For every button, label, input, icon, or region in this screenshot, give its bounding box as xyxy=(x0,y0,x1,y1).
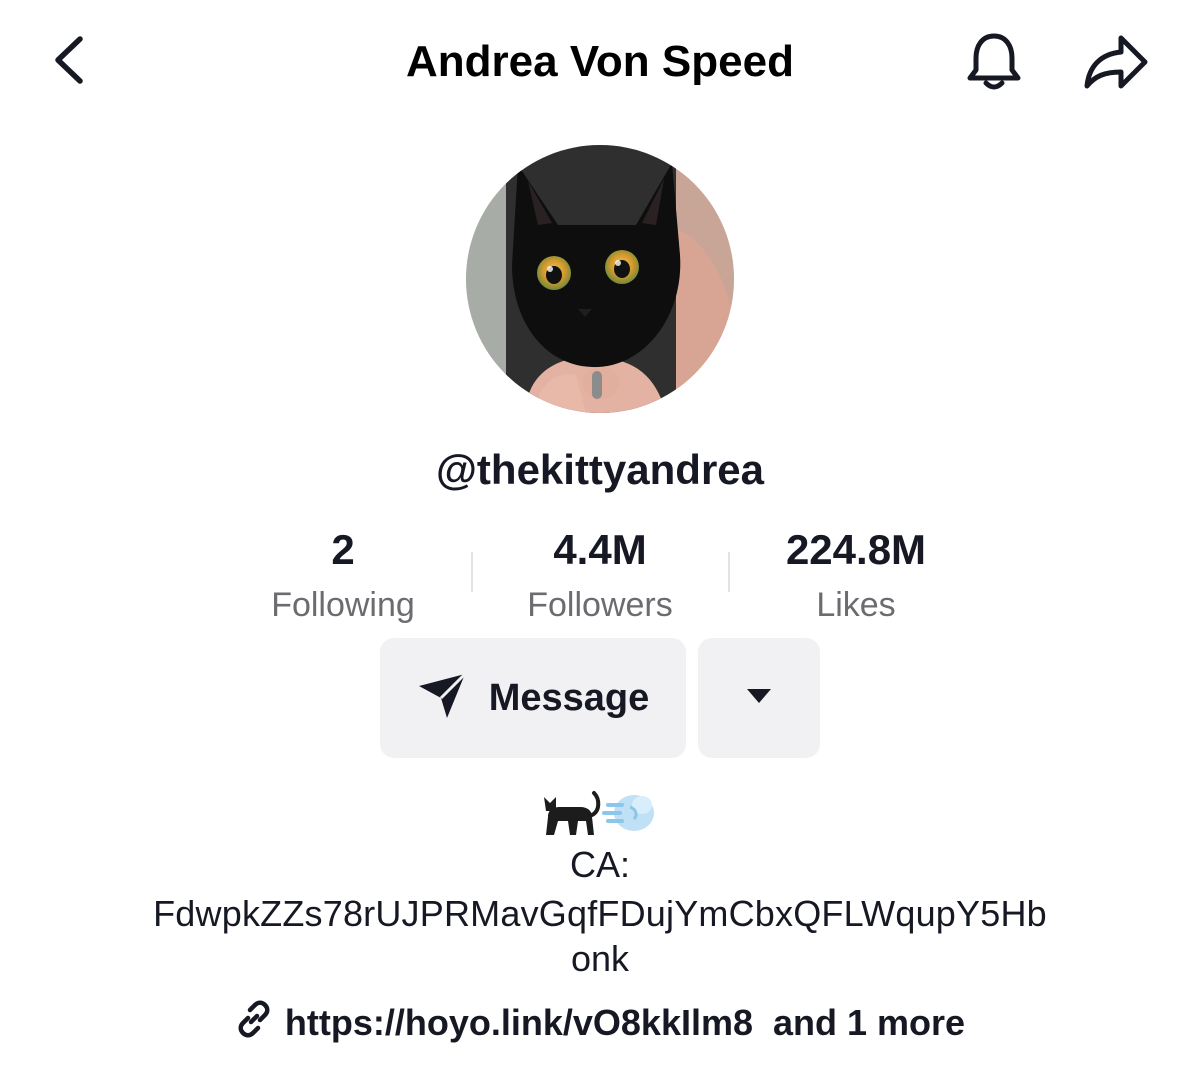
bell-icon xyxy=(964,30,1024,99)
bio-line: CA: xyxy=(569,844,630,885)
likes-count: 224.8M xyxy=(785,526,927,573)
stat-divider xyxy=(728,552,730,592)
page-title: Andrea Von Speed xyxy=(406,37,794,86)
stat-following[interactable]: 2 Following xyxy=(218,522,468,632)
back-button[interactable] xyxy=(40,30,100,94)
bio-emojis xyxy=(500,786,700,844)
followers-count: 4.4M xyxy=(553,526,647,573)
more-options-dropdown-button[interactable] xyxy=(698,638,820,758)
message-button[interactable]: Message xyxy=(380,638,686,758)
avatar[interactable] xyxy=(466,145,734,413)
following-count: 2 xyxy=(331,526,355,573)
cat-emoji xyxy=(542,787,602,844)
profile-handle: @thekittyandrea xyxy=(435,446,765,493)
bio-line: FdwpkZZs78rUJPRMavGqfFDujYmCbxQFLWqupY5H… xyxy=(153,893,1047,934)
following-label: Following xyxy=(271,586,415,624)
chevron-left-icon xyxy=(50,33,90,92)
link-icon xyxy=(235,1000,273,1047)
caret-down-icon xyxy=(746,688,772,709)
stat-divider xyxy=(471,552,473,592)
followers-label: Followers xyxy=(527,586,673,624)
more-links-button[interactable]: and 1 more xyxy=(773,1002,965,1044)
message-button-label: Message xyxy=(488,676,650,719)
bio-line: onk xyxy=(570,938,630,979)
share-arrow-icon xyxy=(1083,32,1149,97)
bio-link-row: https://hoyo.link/vO8kkIlm8 and 1 more xyxy=(150,998,1050,1048)
black-cat-avatar xyxy=(466,145,734,413)
share-button[interactable] xyxy=(1076,30,1156,98)
dash-emoji xyxy=(602,787,658,844)
notification-bell-button[interactable] xyxy=(958,30,1030,98)
stat-followers[interactable]: 4.4M Followers xyxy=(475,522,725,632)
send-icon xyxy=(417,672,467,725)
stat-likes[interactable]: 224.8M Likes xyxy=(731,522,981,632)
bio-link[interactable]: https://hoyo.link/vO8kkIlm8 xyxy=(285,1002,753,1044)
likes-label: Likes xyxy=(816,586,896,624)
